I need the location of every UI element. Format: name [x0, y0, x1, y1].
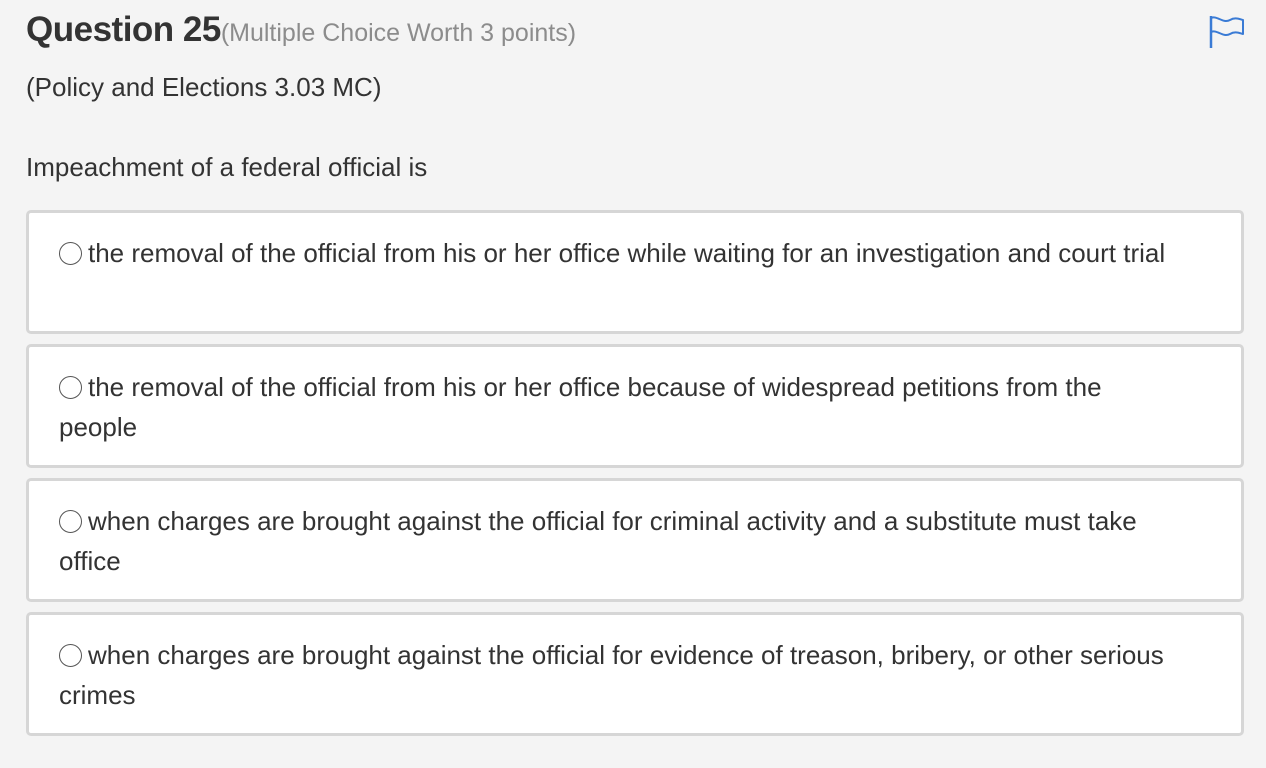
answer-choices: the removal of the official from his or … — [26, 210, 1244, 746]
question-header: Question 25 (Multiple Choice Worth 3 poin… — [26, 10, 576, 54]
answer-choice-4[interactable]: when charges are brought against the off… — [26, 612, 1244, 736]
question-meta: (Multiple Choice Worth 3 points) — [220, 19, 577, 47]
answer-choice-label: the removal of the official from his or … — [59, 372, 1102, 442]
flag-icon[interactable] — [1208, 14, 1246, 50]
question-prompt: Impeachment of a federal official is — [26, 152, 428, 182]
question-title: Question 25 — [26, 10, 221, 49]
question-category: (Policy and Elections 3.03 MC) — [26, 72, 382, 102]
radio-button[interactable] — [59, 242, 82, 265]
answer-choice-2[interactable]: the removal of the official from his or … — [26, 344, 1244, 468]
radio-button[interactable] — [59, 510, 82, 533]
radio-button[interactable] — [59, 644, 82, 667]
answer-choice-label: the removal of the official from his or … — [88, 238, 1166, 268]
answer-choice-label: when charges are brought against the off… — [59, 506, 1137, 576]
answer-choice-1[interactable]: the removal of the official from his or … — [26, 210, 1244, 334]
radio-button[interactable] — [59, 376, 82, 399]
answer-choice-label: when charges are brought against the off… — [59, 640, 1164, 710]
answer-choice-3[interactable]: when charges are brought against the off… — [26, 478, 1244, 602]
question-page: Question 25 (Multiple Choice Worth 3 poin… — [0, 0, 1266, 768]
